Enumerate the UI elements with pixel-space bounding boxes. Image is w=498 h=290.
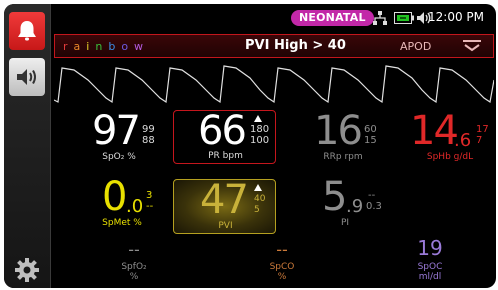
banner-collapse-button[interactable] [459, 38, 485, 54]
spco-tile[interactable]: -- SpCO % [252, 240, 312, 286]
spfo2-value: -- [128, 240, 140, 259]
control-rail [4, 4, 51, 288]
spmet-tile[interactable]: 0 .0 3 -- SpMet % [96, 174, 176, 232]
alarm-banner[interactable]: rainbow PVI High > 40 APOD [54, 34, 494, 58]
up-arrow-icon [254, 184, 262, 191]
spo2-lower-limit: 88 [142, 135, 155, 146]
sphb-tile[interactable]: 14 .6 17 7 SpHb g/dL [396, 108, 492, 166]
spmet-value-int: 0 [102, 174, 127, 220]
sphb-label: SpHb g/dL [426, 152, 474, 162]
spfo2-label: SpfO₂ [121, 262, 147, 272]
chevron-down-icon [463, 40, 481, 52]
clock: 12:00 PM [428, 10, 484, 24]
sphb-lower-limit: 7 [476, 135, 483, 146]
pr-upper-limit: 180 [250, 124, 270, 135]
patient-mode-badge[interactable]: NEONATAL [291, 10, 374, 26]
spco-unit: % [277, 272, 287, 282]
network-icon [372, 9, 388, 27]
pi-value-dec: .9 [346, 196, 364, 217]
spmet-value-dec: .0 [126, 196, 144, 217]
pvi-value: 47 [200, 177, 249, 223]
settings-button[interactable] [13, 256, 41, 284]
pi-upper-limit: -- [368, 190, 376, 201]
spfo2-tile[interactable]: -- SpfO₂ % [104, 240, 164, 286]
alarm-silence-button[interactable] [9, 12, 45, 50]
speaker-icon [17, 69, 36, 85]
spco-label: SpCO [269, 262, 295, 272]
spoc-value: 19 [417, 236, 443, 260]
alarm-message: PVI High > 40 [245, 38, 346, 53]
rrp-label: RRp rpm [323, 152, 363, 162]
spoc-unit: ml/dl [418, 272, 442, 282]
pi-tile[interactable]: 5 .9 -- 0.3 PI [312, 174, 392, 232]
monitor-screen: NEONATAL 12:00 PM rainbow PVI High > 40 … [4, 4, 496, 288]
battery-icon [394, 9, 414, 27]
sphb-upper-limit: 17 [476, 124, 489, 135]
brand-logo: rainbow [63, 40, 150, 53]
sphb-value-int: 14 [410, 108, 459, 154]
spmet-label: SpMet % [102, 218, 142, 228]
status-bar: NEONATAL 12:00 PM [50, 4, 496, 32]
spoc-tile[interactable]: 19 SpOC ml/dl [400, 236, 460, 286]
audio-button[interactable] [9, 58, 45, 96]
rrp-value: 16 [314, 108, 363, 154]
spo2-value: 97 [92, 108, 141, 154]
pr-tile[interactable]: 66 180 100 PR bpm [173, 108, 276, 164]
sphb-value-dec: .6 [454, 130, 472, 151]
spfo2-unit: % [129, 272, 139, 282]
pi-label: PI [340, 218, 350, 228]
pr-value: 66 [198, 108, 247, 154]
pleth-waveform [54, 65, 494, 104]
spmet-upper-limit: 3 [146, 190, 153, 201]
spco-value: -- [276, 240, 288, 259]
spoc-label: SpOC [417, 262, 443, 272]
pvi-lower-limit: 5 [254, 205, 260, 215]
rrp-tile[interactable]: 16 60 15 RRp rpm [294, 108, 384, 166]
gear-icon [15, 258, 39, 282]
bell-icon [18, 21, 36, 41]
spo2-upper-limit: 99 [142, 124, 155, 135]
pvi-label: PVI [218, 221, 233, 231]
rrp-lower-limit: 15 [364, 135, 377, 146]
pvi-upper-limit: 40 [254, 194, 266, 204]
spo2-tile[interactable]: 97 99 88 SpO₂ % [84, 108, 174, 166]
pi-value-int: 5 [322, 174, 347, 220]
spmet-lower-limit: -- [146, 201, 154, 212]
pvi-tile[interactable]: 47 40 5 PVI [173, 177, 276, 234]
pr-label: PR bpm [208, 151, 243, 161]
apod-label: APOD [400, 40, 432, 53]
spo2-label: SpO₂ % [102, 152, 136, 162]
up-arrow-icon [254, 115, 262, 122]
pi-lower-limit: 0.3 [366, 201, 382, 212]
pr-lower-limit: 100 [250, 135, 270, 146]
rrp-upper-limit: 60 [364, 124, 377, 135]
